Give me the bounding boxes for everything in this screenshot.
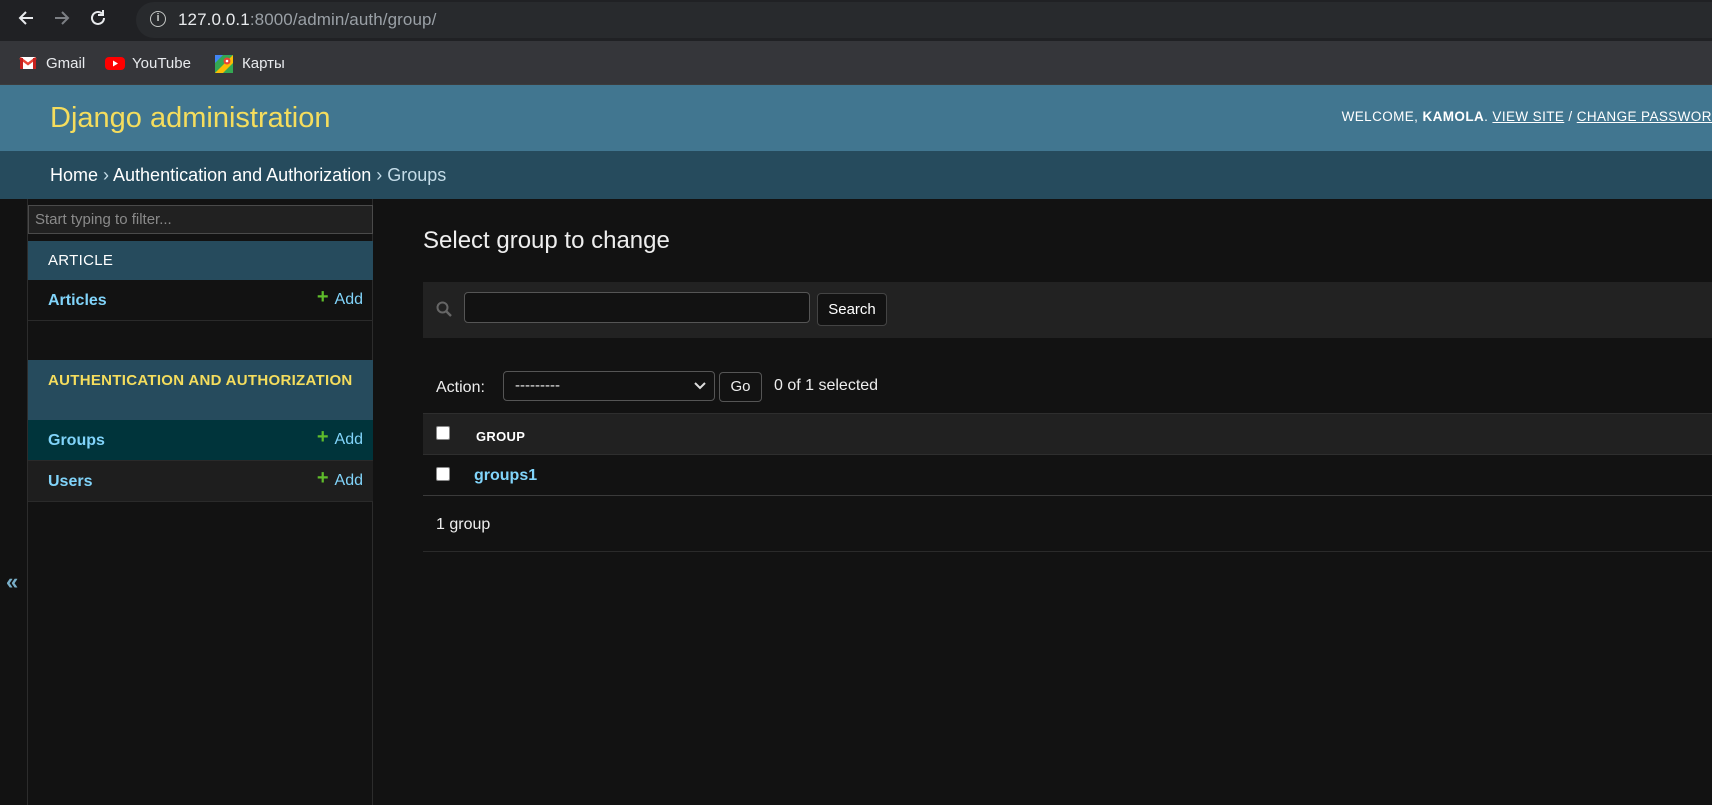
site-info-icon[interactable]: i — [150, 11, 166, 27]
sidebar-item-users[interactable]: Users + Add — [28, 461, 373, 502]
select-all-checkbox[interactable] — [436, 426, 450, 440]
change-password-link[interactable]: CHANGE PASSWORD — [1577, 109, 1712, 124]
site-branding[interactable]: Django administration — [50, 102, 330, 135]
sidebar-item-groups[interactable]: Groups + Add — [28, 420, 373, 461]
gmail-icon — [19, 55, 37, 71]
address-bar[interactable]: i 127.0.0.1:8000/admin/auth/group/ — [136, 2, 1712, 38]
selection-counter: 0 of 1 selected — [774, 377, 879, 394]
breadcrumb-current: Groups — [387, 165, 447, 185]
user-tools: WELCOME, KAMOLA. VIEW SITE / CHANGE PASS… — [1342, 109, 1712, 124]
search-icon — [436, 301, 452, 317]
url-text: 127.0.0.1:8000/admin/auth/group/ — [178, 10, 437, 29]
action-label: Action: — [436, 379, 485, 396]
content-main: Select group to change Search Action: --… — [373, 199, 1712, 805]
add-user-link[interactable]: + Add — [316, 467, 363, 490]
maps-icon — [215, 55, 233, 73]
bookmark-gmail[interactable]: Gmail — [19, 53, 85, 73]
collapse-sidebar-button[interactable]: « — [6, 569, 18, 595]
breadcrumb-app[interactable]: Authentication and Authorization — [113, 165, 371, 185]
bookmarks-bar: Gmail YouTube Карты — [0, 41, 1712, 85]
reload-icon[interactable] — [86, 8, 110, 32]
back-arrow-icon[interactable] — [14, 8, 38, 32]
plus-icon: + — [316, 286, 329, 308]
browser-toolbar: i 127.0.0.1:8000/admin/auth/group/ — [0, 0, 1712, 41]
sidebar-item-label[interactable]: Users — [48, 473, 92, 491]
table-header: GROUP — [423, 413, 1712, 455]
action-select[interactable]: --------- — [503, 371, 715, 401]
bookmark-youtube[interactable]: YouTube — [105, 53, 191, 73]
sidebar-item-label[interactable]: Articles — [48, 292, 107, 310]
search-button[interactable]: Search — [817, 293, 887, 326]
bookmark-maps[interactable]: Карты — [215, 53, 285, 73]
search-toolbar: Search — [423, 282, 1712, 338]
page-title: Select group to change — [423, 227, 670, 254]
sidebar-toggle-column: « — [0, 199, 28, 805]
app-caption-auth[interactable]: AUTHENTICATION AND AUTHORIZATION — [28, 360, 373, 420]
youtube-icon — [105, 55, 125, 71]
nav-sidebar: Start typing to filter... ARTICLE Articl… — [28, 199, 373, 805]
breadcrumb: Home › Authentication and Authorization … — [0, 151, 1712, 199]
actions-bar: Action: --------- Go 0 of 1 selected — [423, 369, 1712, 409]
app-caption-article[interactable]: ARTICLE — [28, 241, 373, 280]
plus-icon: + — [316, 467, 329, 489]
column-header-group[interactable]: GROUP — [476, 429, 525, 444]
add-group-link[interactable]: + Add — [316, 426, 363, 449]
go-button[interactable]: Go — [719, 372, 762, 402]
forward-arrow-icon[interactable] — [50, 8, 74, 32]
paginator: 1 group — [423, 497, 1712, 552]
plus-icon: + — [316, 426, 329, 448]
sidebar-filter-input[interactable]: Start typing to filter... — [28, 205, 373, 234]
view-site-link[interactable]: VIEW SITE — [1492, 109, 1564, 124]
group-link[interactable]: groups1 — [474, 467, 537, 485]
table-row: groups1 — [423, 455, 1712, 496]
row-checkbox[interactable] — [436, 467, 450, 481]
sidebar-item-articles[interactable]: Articles + Add — [28, 280, 373, 321]
add-article-link[interactable]: + Add — [316, 286, 363, 309]
chevron-down-icon — [693, 372, 707, 410]
breadcrumb-home[interactable]: Home — [50, 165, 98, 185]
sidebar-item-label[interactable]: Groups — [48, 432, 105, 450]
search-input[interactable] — [464, 292, 810, 323]
admin-header: Django administration WELCOME, KAMOLA. V… — [0, 85, 1712, 151]
username: KAMOLA — [1422, 109, 1485, 124]
